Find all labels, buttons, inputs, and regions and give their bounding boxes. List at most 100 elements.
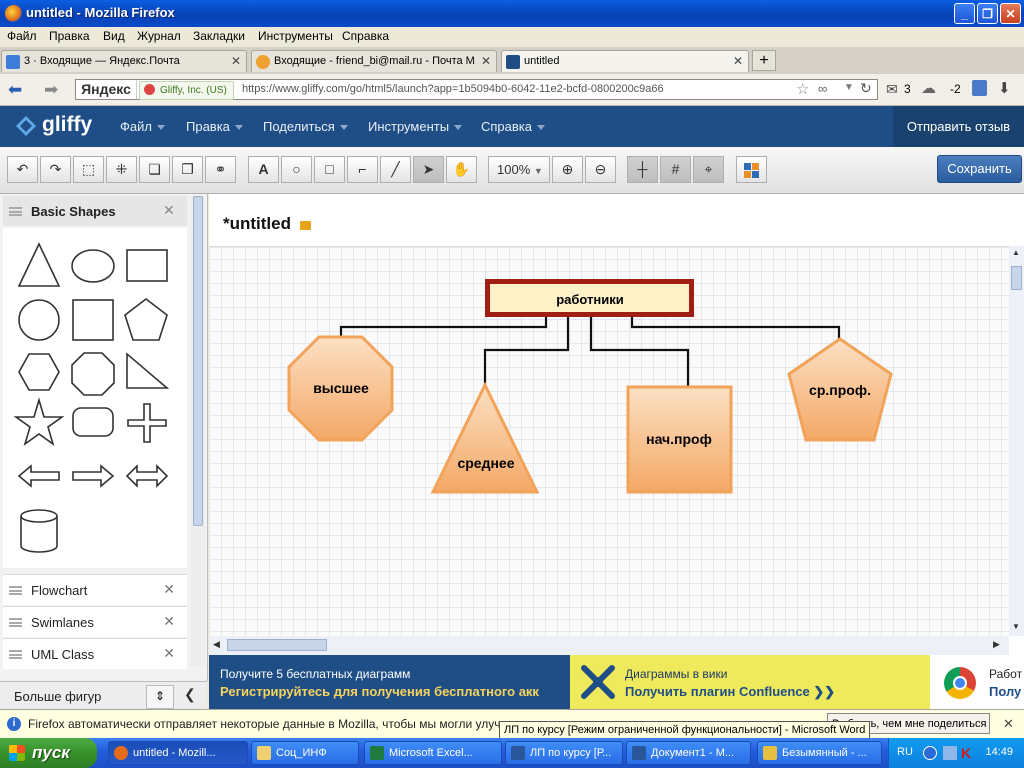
node-octagon[interactable]: высшее [287, 335, 394, 442]
library-uml-class[interactable]: UML Class ✕ [3, 638, 187, 669]
download-icon[interactable]: ⬇ [998, 79, 1011, 97]
right-triangle-shape[interactable] [126, 352, 170, 389]
basic-shapes-header[interactable]: Basic Shapes ✕ [3, 196, 187, 226]
lock-icon[interactable] [299, 221, 311, 230]
star-shape[interactable] [13, 397, 65, 446]
drawing-grid[interactable]: работники высшее среднее нач.проф ср.про… [209, 246, 1009, 637]
bookmark-star-icon[interactable]: ☆ [796, 80, 809, 98]
drag-handle-icon[interactable] [9, 650, 22, 659]
zoom-in-icon[interactable]: ⊕ [552, 156, 583, 183]
close-library-icon[interactable]: ✕ [163, 645, 175, 662]
gliffy-menu-share[interactable]: Поделиться [263, 119, 348, 134]
chrome-banner[interactable]: Работ Полу [930, 655, 1024, 709]
rectangle-shape[interactable] [126, 249, 168, 282]
taskbar-task-word-doc[interactable]: Документ1 - М... [626, 741, 751, 765]
node-square[interactable]: нач.проф [626, 385, 733, 494]
close-library-icon[interactable]: ✕ [163, 581, 175, 598]
yandex-logo[interactable]: Яндекс [76, 80, 137, 99]
left-arrow-shape[interactable] [17, 464, 60, 488]
url-text[interactable]: https://www.gliffy.com/go/html5/launch?a… [242, 83, 664, 95]
gliffy-menu-file[interactable]: Файл [120, 119, 165, 134]
canvas-vertical-scrollbar[interactable]: ▲ ▼ [1009, 246, 1024, 636]
menu-help[interactable]: Справка [342, 29, 389, 43]
start-button[interactable]: пуск [0, 738, 97, 768]
hexagon-shape[interactable] [18, 353, 60, 391]
rounded-rectangle-shape[interactable] [72, 407, 114, 437]
dropdown-arrow-icon[interactable]: ▼ [844, 82, 854, 93]
close-tab-icon[interactable]: ✕ [481, 54, 491, 68]
close-tab-icon[interactable]: ✕ [231, 54, 241, 68]
snap-icon[interactable]: ⌖ [693, 156, 724, 183]
redo-icon[interactable]: ↷ [40, 156, 71, 183]
grid-icon[interactable]: # [660, 156, 691, 183]
line-tool-icon[interactable]: ╱ [380, 156, 411, 183]
more-shapes-button[interactable]: Больше фигур [14, 689, 101, 704]
reload-icon[interactable]: ↻ [860, 80, 872, 97]
scroll-down-icon[interactable]: ▼ [1012, 622, 1020, 631]
crosshair-guide-icon[interactable]: ┼ [627, 156, 658, 183]
octagon-shape[interactable] [71, 352, 115, 396]
tab-untitled[interactable]: untitled ✕ [501, 50, 749, 72]
gliffy-menu-help[interactable]: Справка [481, 119, 545, 134]
node-pentagon[interactable]: ср.проф. [787, 337, 893, 442]
scroll-thumb[interactable] [193, 196, 203, 526]
circle-shape[interactable] [18, 299, 60, 341]
gliffy-menu-edit[interactable]: Правка [186, 119, 243, 134]
tab-mail-ru[interactable]: Входящие - friend_bi@mail.ru - Почта M..… [251, 50, 497, 72]
ungroup-icon[interactable]: ⁜ [106, 156, 137, 183]
kaspersky-icon[interactable]: K [961, 745, 971, 761]
scroll-thumb[interactable] [227, 639, 327, 651]
menu-bookmarks[interactable]: Закладки [193, 29, 245, 43]
double-arrow-shape[interactable] [125, 464, 169, 488]
weather-icon[interactable]: ☁ [921, 79, 936, 97]
taskbar-task-word-lp[interactable]: ЛП по курсу [Р... [505, 741, 623, 765]
send-back-icon[interactable]: ❐ [172, 156, 203, 183]
rectangle-tool-icon[interactable]: □ [314, 156, 345, 183]
close-library-icon[interactable]: ✕ [163, 613, 175, 630]
gliffy-menu-tools[interactable]: Инструменты [368, 119, 463, 134]
library-swimlanes[interactable]: Swimlanes ✕ [3, 606, 187, 637]
cross-shape[interactable] [127, 403, 167, 443]
undo-icon[interactable]: ↶ [7, 156, 38, 183]
close-tab-icon[interactable]: ✕ [733, 54, 743, 68]
text-tool-icon[interactable]: A [248, 156, 279, 183]
node-root[interactable]: работники [485, 279, 694, 317]
banner-line2[interactable]: Получить плагин Confluence ❯❯ [625, 684, 835, 700]
hand-tool-icon[interactable]: ✋ [446, 156, 477, 183]
close-window-button[interactable]: ✕ [1000, 3, 1021, 24]
group-icon[interactable]: ⬚ [73, 156, 104, 183]
hide-sidebar-icon[interactable]: ❮ [184, 686, 196, 703]
send-feedback-button[interactable]: Отправить отзыв [893, 106, 1024, 147]
link-icon[interactable]: ⚭ [205, 156, 236, 183]
signup-banner[interactable]: Получите 5 бесплатных диаграмм Регистрир… [209, 655, 570, 709]
menu-tools[interactable]: Инструменты [258, 29, 333, 43]
scroll-up-icon[interactable]: ▲ [1012, 248, 1020, 257]
drag-handle-icon[interactable] [9, 586, 22, 595]
sidebar-scrollbar[interactable] [191, 196, 205, 666]
zoom-out-icon[interactable]: ⊖ [585, 156, 616, 183]
network-icon[interactable] [943, 746, 957, 760]
tab-yandex-mail[interactable]: 3 · Входящие — Яндекс.Почта ✕ [1, 50, 247, 72]
menu-view[interactable]: Вид [103, 29, 125, 43]
taskbar-task-firefox[interactable]: untitled - Mozill... [108, 741, 248, 765]
library-flowchart[interactable]: Flowchart ✕ [3, 574, 187, 605]
scroll-right-icon[interactable]: ▶ [993, 639, 1000, 650]
scroll-thumb[interactable] [1011, 266, 1022, 290]
glasses-icon[interactable]: ∞ [818, 81, 827, 96]
envelope-icon[interactable]: ✉ [886, 81, 898, 98]
minimize-button[interactable]: _ [954, 3, 975, 24]
ellipse-tool-icon[interactable]: ○ [281, 156, 312, 183]
confluence-banner[interactable]: Диаграммы в вики Получить плагин Conflue… [570, 655, 930, 709]
banner-line2[interactable]: Полу [989, 684, 1021, 699]
node-triangle[interactable]: среднее [430, 381, 540, 494]
square-shape[interactable] [72, 299, 114, 341]
triangle-shape[interactable] [17, 242, 61, 287]
site-identity-badge[interactable]: Gliffy, Inc. (US) [139, 81, 234, 100]
save-button[interactable]: Сохранить [937, 155, 1022, 183]
right-arrow-shape[interactable] [72, 464, 115, 488]
address-bar[interactable]: Яндекс Gliffy, Inc. (US) https://www.gli… [75, 79, 878, 100]
menu-file[interactable]: Файл [7, 29, 37, 43]
forward-arrow-icon[interactable]: ➡ [44, 80, 58, 100]
collapse-toggle-icon[interactable]: ⇕ [146, 685, 174, 709]
drag-handle-icon[interactable] [9, 618, 22, 627]
